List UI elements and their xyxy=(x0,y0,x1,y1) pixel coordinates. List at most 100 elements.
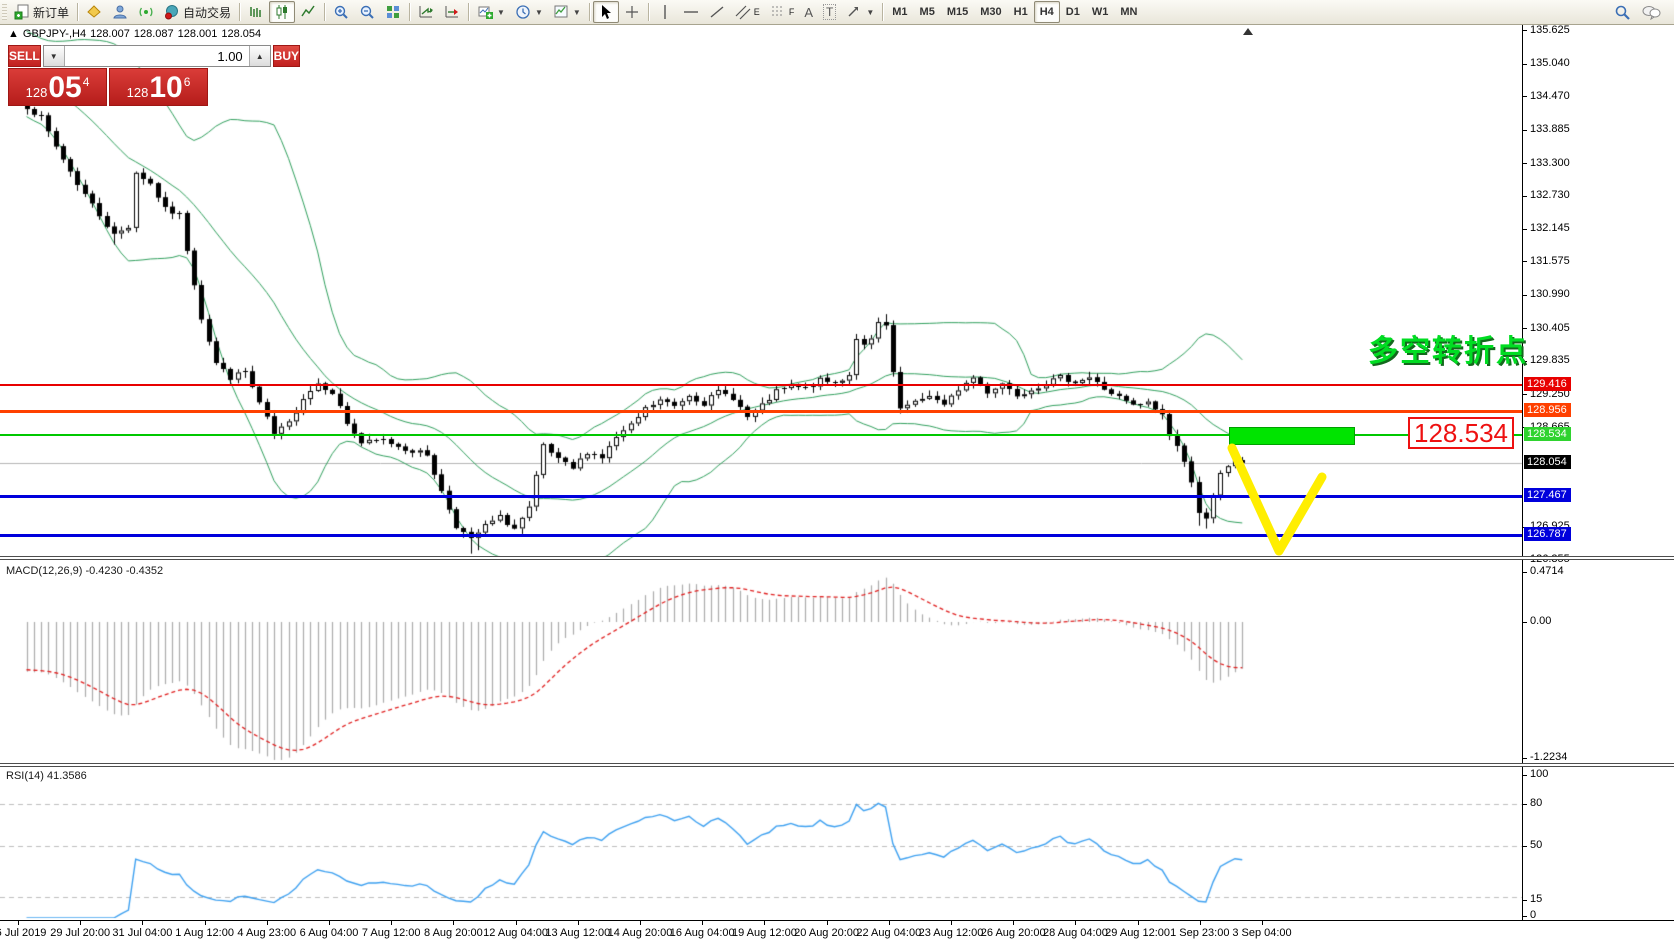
timeframe-m1-button[interactable]: M1 xyxy=(886,1,913,23)
timeframe-d1-button[interactable]: D1 xyxy=(1060,1,1086,23)
down-arrow-icon: ▼ xyxy=(50,52,58,61)
price-tick-label: 129.835 xyxy=(1530,354,1570,366)
price-horizontal-line[interactable] xyxy=(0,384,1522,386)
buy-label: BUY xyxy=(274,49,299,63)
up-arrow-icon: ▲ xyxy=(256,52,264,61)
bar-chart-button[interactable] xyxy=(243,1,269,23)
text-tool-button[interactable]: A xyxy=(799,1,818,23)
timeframe-m5-button[interactable]: M5 xyxy=(914,1,941,23)
volume-input[interactable] xyxy=(65,46,249,66)
rsi-tick-label: 80 xyxy=(1530,797,1542,809)
crosshair-tool-button[interactable] xyxy=(619,1,645,23)
rsi-pane-separator[interactable] xyxy=(0,763,1674,767)
chart-shift-marker[interactable] xyxy=(1243,28,1253,35)
bar-chart-icon xyxy=(248,4,264,20)
chart-shift-button[interactable] xyxy=(439,1,465,23)
price-tick-mark xyxy=(1523,394,1527,395)
profile-icon xyxy=(112,4,128,20)
macd-label: MACD(12,26,9) -0.4230 -0.4352 xyxy=(6,565,163,577)
tile-windows-button[interactable] xyxy=(380,1,406,23)
line-chart-icon xyxy=(300,4,316,20)
timeframe-mn-button[interactable]: MN xyxy=(1114,1,1143,23)
macd-pane-separator[interactable] xyxy=(0,556,1674,560)
cursor-tool-button[interactable] xyxy=(593,1,619,23)
candlestick-chart-button[interactable] xyxy=(269,1,295,23)
buy-price-prefix: 128 xyxy=(127,85,149,100)
rsi-label: RSI(14) 41.3586 xyxy=(6,770,87,782)
search-button[interactable] xyxy=(1609,1,1636,23)
timeframe-m15-button[interactable]: M15 xyxy=(941,1,974,23)
timeframe-h1-button[interactable]: H1 xyxy=(1008,1,1034,23)
tile-windows-icon xyxy=(385,4,401,20)
profiles-button[interactable] xyxy=(107,1,133,23)
channel-tool-button[interactable]: E xyxy=(730,1,765,23)
arrows-tool-button[interactable]: ▼ xyxy=(841,1,879,23)
price-tick-mark xyxy=(1523,30,1527,31)
turning-point-annotation[interactable]: 多空转折点 xyxy=(1368,326,1528,370)
line-chart-button[interactable] xyxy=(295,1,321,23)
chart-canvas[interactable] xyxy=(0,0,1674,944)
auto-trading-button[interactable]: 自动交易 xyxy=(159,1,236,23)
metaeditor-button[interactable] xyxy=(81,1,107,23)
timeframe-w1-button[interactable]: W1 xyxy=(1086,1,1115,23)
new-order-label: 新订单 xyxy=(33,4,69,21)
one-click-trading-panel: SELL ▼ ▲ BUY 128 05 4 128 10 6 xyxy=(8,45,208,106)
trendline-tool-button[interactable] xyxy=(704,1,730,23)
indicators-add-icon xyxy=(477,4,493,20)
price-label-box[interactable]: 128.534 xyxy=(1408,417,1514,449)
buy-button[interactable]: BUY xyxy=(273,45,300,67)
timeframe-m30-button[interactable]: M30 xyxy=(974,1,1007,23)
zoom-in-icon xyxy=(333,4,349,20)
separator xyxy=(239,3,240,21)
price-badge: 128.956 xyxy=(1524,403,1571,417)
chat-button[interactable] xyxy=(1636,1,1666,23)
rsi-tick-mark xyxy=(1523,916,1527,917)
symbol-name: GBPJPY-,H4 xyxy=(23,28,86,40)
channel-letter: E xyxy=(754,7,760,17)
timeframe-label: M5 xyxy=(920,6,935,18)
dropdown-caret: ▼ xyxy=(535,8,543,17)
volume-decrease-button[interactable]: ▼ xyxy=(44,46,65,66)
price-tick-mark xyxy=(1523,130,1527,131)
timeframe-label: M30 xyxy=(980,6,1001,18)
zoom-out-button[interactable] xyxy=(354,1,380,23)
fibonacci-tool-button[interactable]: F xyxy=(765,1,800,23)
price-tick-mark xyxy=(1523,196,1527,197)
timeframe-h4-button[interactable]: H4 xyxy=(1034,1,1060,23)
new-order-button[interactable]: 新订单 xyxy=(9,1,74,23)
price-badge: 129.416 xyxy=(1524,377,1571,391)
buy-price-button[interactable]: 128 10 6 xyxy=(109,68,208,106)
mt4-window: 新订单 自动交易 ▼ ▼ ▼ E F A T ▼ xyxy=(0,0,1674,944)
price-tick-mark xyxy=(1523,163,1527,164)
ohlc-close: 128.054 xyxy=(221,28,261,40)
price-tick-label: 133.300 xyxy=(1530,157,1570,169)
v-shape-annotation[interactable] xyxy=(1225,440,1335,562)
vline-tool-button[interactable] xyxy=(652,1,678,23)
price-tick-label: 135.625 xyxy=(1530,24,1570,36)
sell-button[interactable]: SELL xyxy=(8,45,41,67)
signal-button[interactable] xyxy=(133,1,159,23)
label-tool-button[interactable]: T xyxy=(818,1,841,23)
auto-scroll-button[interactable] xyxy=(413,1,439,23)
macd-tick-label: 0.00 xyxy=(1530,615,1551,627)
price-tick-mark xyxy=(1523,261,1527,262)
zoom-in-button[interactable] xyxy=(328,1,354,23)
ohlc-low: 128.001 xyxy=(178,28,218,40)
fibonacci-icon xyxy=(770,4,786,20)
vertical-line-icon xyxy=(657,4,673,20)
sell-price-button[interactable]: 128 05 4 xyxy=(8,68,107,106)
price-tick-mark xyxy=(1523,96,1527,97)
hline-tool-button[interactable] xyxy=(678,1,704,23)
price-horizontal-line[interactable] xyxy=(0,410,1522,413)
channel-icon xyxy=(735,4,751,20)
periods-button[interactable]: ▼ xyxy=(510,1,548,23)
templates-button[interactable]: ▼ xyxy=(548,1,586,23)
timeframe-label: W1 xyxy=(1092,6,1109,18)
ohlc-high: 128.087 xyxy=(134,28,174,40)
volume-increase-button[interactable]: ▲ xyxy=(249,46,270,66)
separator xyxy=(589,3,590,21)
indicators-button[interactable]: ▼ xyxy=(472,1,510,23)
signal-icon xyxy=(138,4,154,20)
auto-scroll-icon xyxy=(418,4,434,20)
macd-tick-label: -1.2234 xyxy=(1530,751,1567,763)
